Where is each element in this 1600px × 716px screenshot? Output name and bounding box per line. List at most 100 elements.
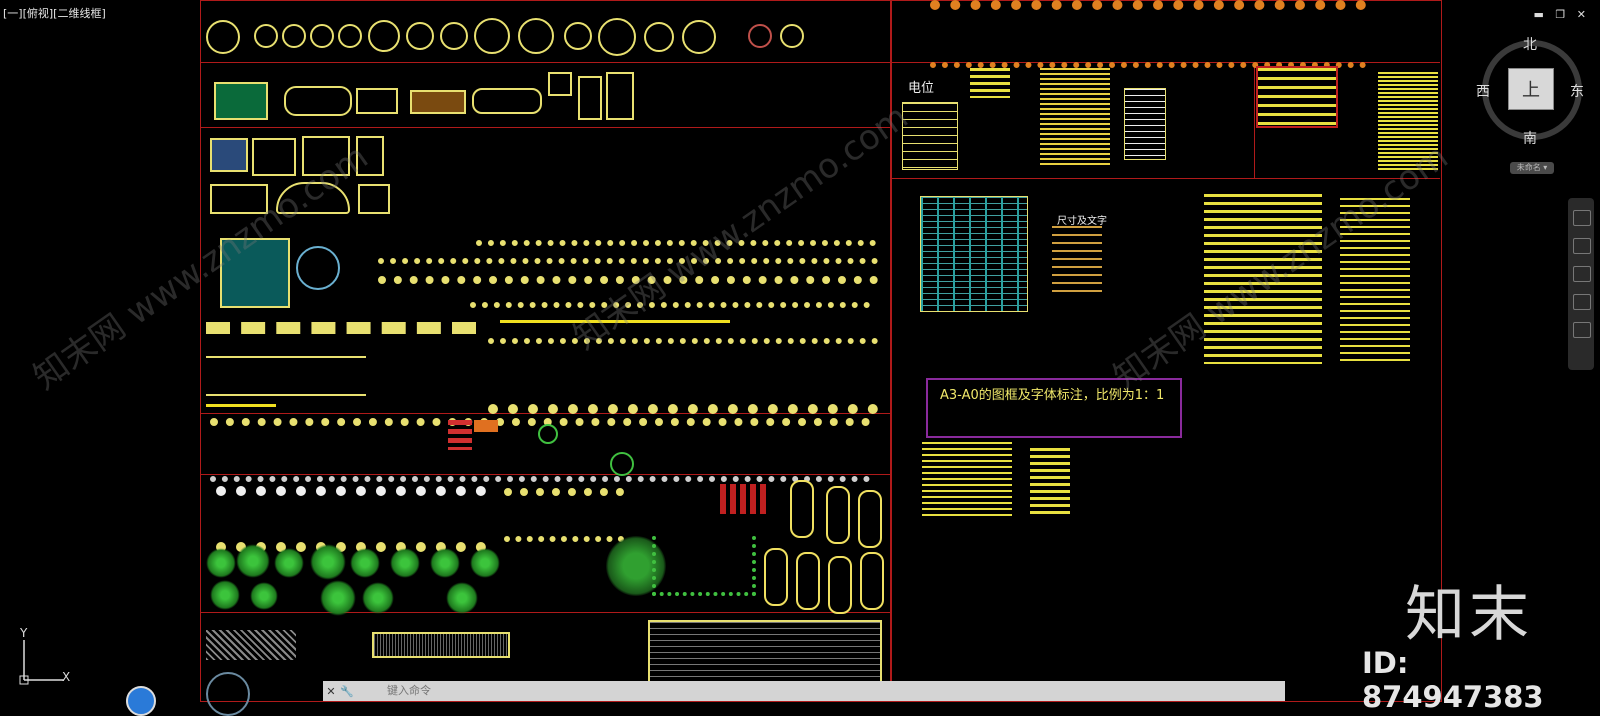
- hatch-pattern: [372, 632, 510, 658]
- cad-block: [210, 138, 248, 172]
- cad-block: [564, 22, 592, 50]
- minimize-icon[interactable]: ▬: [1534, 8, 1548, 21]
- cad-block: [410, 90, 466, 114]
- cad-block: [406, 22, 434, 50]
- cad-block: [214, 82, 268, 120]
- green-symbol: [610, 452, 634, 476]
- scale-text-list: [1030, 448, 1070, 516]
- cad-block: [474, 18, 510, 54]
- close-icon[interactable]: ✕: [1577, 8, 1590, 21]
- command-input[interactable]: [385, 683, 1249, 699]
- red-legend: [1256, 66, 1338, 128]
- text-list: [1040, 68, 1110, 168]
- cad-block: [310, 24, 334, 48]
- app-status-icon[interactable]: [126, 686, 156, 716]
- size-table: [1052, 226, 1102, 292]
- frame-divider: [200, 612, 890, 613]
- bed-blocks: [206, 356, 366, 396]
- restore-icon[interactable]: ❐: [1555, 8, 1569, 21]
- brand-id: ID: 874947383: [1362, 646, 1544, 714]
- tree-block: [206, 548, 236, 578]
- zoom-icon[interactable]: [1573, 266, 1591, 282]
- orbit-icon[interactable]: [1573, 294, 1591, 310]
- ucs-x-label: X: [62, 670, 71, 684]
- cad-block: [358, 184, 390, 214]
- hedge-block: [652, 536, 756, 596]
- car-block: [764, 548, 788, 606]
- text-list: [970, 68, 1010, 98]
- car-block: [826, 486, 850, 544]
- yellow-bar: [206, 404, 276, 407]
- steering-wheel-icon[interactable]: [1573, 210, 1591, 226]
- tree-block: [470, 548, 500, 578]
- cad-block: [440, 22, 468, 50]
- car-block: [796, 552, 820, 610]
- showmotion-icon[interactable]: [1573, 322, 1591, 338]
- car-block: [858, 490, 882, 548]
- viewcube-west[interactable]: 西: [1476, 81, 1490, 101]
- tree-block: [210, 580, 240, 610]
- cad-block: [748, 24, 772, 48]
- car-block: [828, 556, 852, 614]
- wcs-menu[interactable]: 未命名 ▾: [1510, 162, 1554, 174]
- tree-block: [236, 544, 270, 578]
- frame-divider: [200, 127, 890, 128]
- frame-divider: [1254, 62, 1255, 178]
- cad-block: [254, 24, 278, 48]
- office-chairs: [504, 488, 624, 542]
- cad-block: [368, 20, 400, 52]
- car-block: [790, 480, 814, 538]
- symbol-table: [902, 102, 958, 170]
- viewcube-north[interactable]: 北: [1523, 34, 1537, 54]
- cad-block: [282, 24, 306, 48]
- dianwei-label: 电位: [908, 81, 935, 96]
- pan-icon[interactable]: [1573, 238, 1591, 254]
- close-icon[interactable]: ✕: [323, 685, 339, 698]
- tree-block: [250, 582, 278, 610]
- tree-block: [320, 580, 356, 616]
- cad-block: [284, 86, 352, 116]
- tree-block: [310, 544, 346, 580]
- viewcube-south[interactable]: 南: [1523, 128, 1537, 148]
- color-table: [920, 196, 1028, 312]
- stair-block: [648, 620, 882, 684]
- bed-row: [206, 322, 476, 356]
- viewport-label[interactable]: [一][俯视][二维线框]: [3, 5, 106, 21]
- car-block: [860, 552, 884, 610]
- size-text-label: 尺寸及文字: [1057, 216, 1107, 227]
- text-list: [1124, 88, 1166, 160]
- legend-table-top: [930, 0, 1366, 68]
- cad-block: [518, 18, 554, 54]
- window-controls: ▬ ❐ ✕: [1534, 8, 1591, 21]
- viewcube-east[interactable]: 东: [1570, 81, 1584, 101]
- frame-divider: [200, 62, 890, 63]
- customize-icon[interactable]: 🔧: [339, 685, 355, 698]
- tree-block: [362, 582, 394, 614]
- office-desks: [216, 486, 486, 552]
- green-symbol: [538, 424, 558, 444]
- tree-block: [274, 548, 304, 578]
- cad-block: [356, 88, 398, 114]
- red-blocks: [720, 484, 770, 514]
- orange-blocks: [474, 420, 498, 432]
- sofa-row: [470, 302, 870, 316]
- tree-block: [350, 548, 380, 578]
- ucs-y-label: Y: [20, 626, 28, 640]
- scale-text-list: [922, 442, 1012, 520]
- viewcube-face[interactable]: 上: [1508, 68, 1554, 110]
- cad-block: [472, 88, 542, 114]
- round-tables-row: [206, 18, 806, 58]
- brand-logo-text: 知末: [1405, 580, 1533, 650]
- bath-row: [488, 338, 878, 414]
- cad-block: [548, 72, 572, 96]
- cad-block: [682, 20, 716, 54]
- tree-block: [430, 548, 460, 578]
- tree-block: [390, 548, 420, 578]
- cad-block: [578, 76, 602, 120]
- cad-block: [780, 24, 804, 48]
- hatch-pattern: [206, 630, 296, 660]
- navigation-bar: [1568, 198, 1594, 370]
- cad-block: [598, 18, 636, 56]
- cad-block: [644, 22, 674, 52]
- red-blocks: [448, 420, 472, 450]
